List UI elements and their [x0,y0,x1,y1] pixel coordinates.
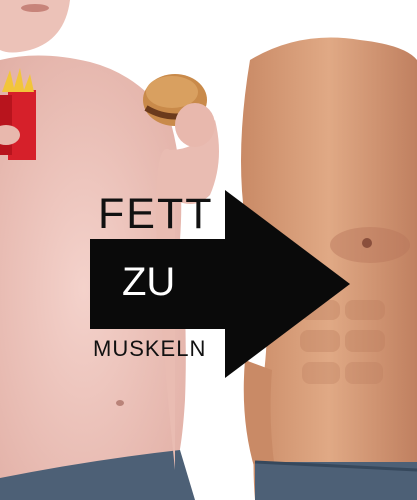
caption-muskeln: MUSKELN [93,336,207,361]
caption-zu: ZU [122,260,176,304]
before-after-image: FETT ZU MUSKELN [0,0,417,500]
arrow-right-icon [225,190,350,378]
